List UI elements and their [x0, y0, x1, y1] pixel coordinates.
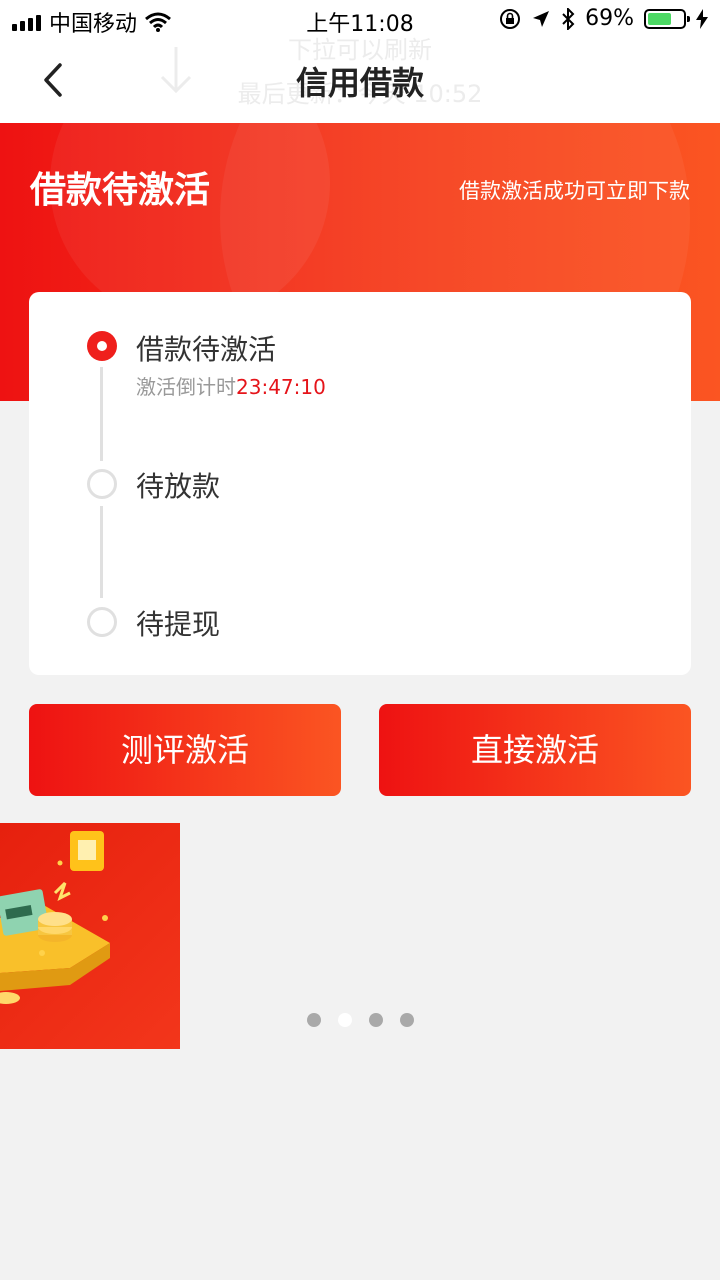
charging-icon — [696, 8, 708, 29]
evaluate-activate-button[interactable]: 测评激活 — [29, 704, 341, 796]
bluetooth-icon — [562, 7, 575, 30]
money-illustration — [0, 831, 110, 1004]
countdown-time: 23:47:10 — [236, 375, 326, 399]
carousel-page-dots — [307, 1013, 414, 1027]
carousel-dot[interactable] — [369, 1013, 383, 1027]
step-label-disbursement: 待放款 — [136, 470, 221, 503]
countdown: 激活倒计时23:47:10 — [136, 371, 326, 400]
page-title: 信用借款 — [295, 64, 424, 102]
step-label-withdraw: 待提现 — [136, 608, 221, 641]
promo-banner-image[interactable] — [0, 823, 180, 1049]
banner-title: 借款待激活 — [30, 170, 211, 211]
carousel-dot[interactable] — [307, 1013, 321, 1027]
step-pending-dot — [87, 469, 117, 499]
step-label-activate: 借款待激活 — [136, 333, 277, 366]
nav-bar: 下拉可以刷新 最后更新：今天 10:52 信用借款 — [0, 36, 720, 123]
step-pending-dot — [87, 607, 117, 637]
direct-activate-button[interactable]: 直接激活 — [379, 704, 691, 796]
carousel-dot[interactable] — [338, 1013, 352, 1027]
progress-card: 借款待激活 激活倒计时23:47:10 待放款 待提现 — [29, 292, 691, 675]
orientation-lock-icon — [500, 8, 521, 29]
battery-level-fill — [648, 12, 671, 25]
location-icon — [533, 10, 550, 27]
step-connector — [100, 506, 103, 598]
countdown-label: 激活倒计时 — [136, 375, 236, 399]
battery-icon — [644, 8, 690, 29]
banner-subtitle: 借款激活成功可立即下款 — [459, 179, 690, 203]
carousel-dot[interactable] — [400, 1013, 414, 1027]
step-connector — [100, 367, 103, 461]
step-active-dot — [87, 331, 117, 361]
